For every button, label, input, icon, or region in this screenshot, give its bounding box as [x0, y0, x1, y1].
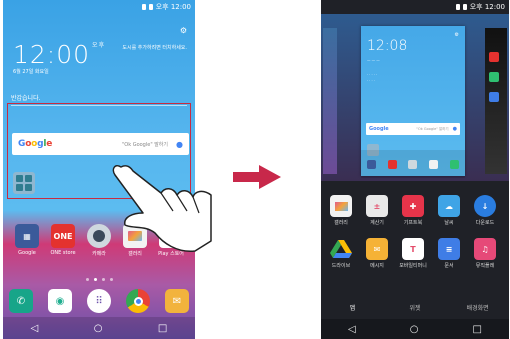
app-one-store[interactable]: ONE ONE store [45, 224, 81, 257]
google-folder-icon: ▦ [15, 224, 39, 248]
app-music[interactable]: ♫ 뮤직플레 [469, 238, 501, 269]
app-message[interactable]: ✉ 메시지 [361, 238, 393, 269]
battery-icon [462, 4, 467, 10]
preview-clock: 12:08 [367, 38, 408, 54]
weather-icon: ☁ [438, 195, 460, 217]
one-store-icon [387, 159, 397, 169]
home-icon[interactable]: ○ [410, 324, 419, 335]
app-label: 다운로드 [475, 220, 495, 226]
app-label: Google [18, 250, 36, 256]
app-label: 계산기 [370, 220, 384, 226]
status-bar: 오후 12:00 [321, 0, 509, 14]
app-label: 메시지 [370, 263, 384, 269]
dock: ✆ ◉ ⠿ ✉ [9, 289, 189, 313]
arrow-right-icon [233, 165, 281, 189]
app-weather[interactable]: ☁ 날씨 [433, 195, 465, 226]
preview-date: — — — [367, 58, 380, 62]
download-icon: ↓ [474, 195, 496, 217]
email-icon[interactable]: ✉ [165, 289, 189, 313]
tmoney-icon: T [402, 238, 424, 260]
date-text: 6월 27일 화요일 [13, 69, 49, 75]
clock-ampm: 오후 [92, 42, 106, 49]
microphone-icon: ● [452, 126, 457, 132]
status-bar: 오후 12:00 [3, 0, 195, 14]
app-label: 모바일티머니 [399, 263, 427, 269]
back-icon[interactable]: ◁ [348, 324, 356, 335]
edit-mode-phone: 오후 12:00 ⚙ 12:08 — — — · · · · · · · · · … [321, 0, 509, 339]
pinch-hand-illustration [112, 164, 212, 252]
app-drive[interactable]: 드라이브 [325, 238, 357, 269]
preview-app-strip [361, 150, 465, 178]
edit-tabs: 앱 위젯 배경화면 [321, 294, 509, 320]
tab-wallpaper[interactable]: 배경화면 [446, 303, 509, 312]
app-drawer-grid: 갤러리 ± 계산기 ✚ 기프트북 ☁ 날씨 ↓ 다운로드 드라이브 ✉ 메시지 … [325, 195, 501, 281]
app-mobile-tmoney[interactable]: T 모바일티머니 [397, 238, 429, 269]
right-page-preview[interactable] [485, 28, 507, 174]
app-calculator[interactable]: ± 계산기 [361, 195, 393, 226]
instruction-figure: 오후 12:00 ⚙ 12:00 오후 6월 27일 화요일 도시를 추가하려면 … [0, 0, 510, 339]
google-logo: Google [369, 126, 389, 132]
gallery-icon [330, 195, 352, 217]
navigation-bar: ◁ ○ □ [321, 319, 509, 339]
settings-gear-icon: ⚙ [454, 32, 459, 38]
phone-icon[interactable]: ✆ [9, 289, 33, 313]
drive-icon [330, 238, 352, 260]
app-gallery[interactable]: 갤러리 [325, 195, 357, 226]
preview-weather: · · · · · · · · · [367, 73, 378, 83]
settings-gear-icon[interactable]: ⚙ [180, 26, 187, 35]
google-folder-icon [366, 159, 376, 169]
app-label: 날씨 [444, 220, 454, 226]
page-indicator [3, 278, 195, 281]
greeting-text: 반갑습니다. [11, 95, 41, 102]
signal-icon [141, 4, 146, 10]
preview-search-bar: Google "Ok Google" 말하기 ● [366, 123, 460, 135]
app-docs[interactable]: ≡ 문서 [433, 238, 465, 269]
app-label: 기프트북 [403, 220, 423, 226]
chrome-icon[interactable] [126, 289, 150, 313]
left-page-preview[interactable] [323, 28, 337, 174]
app-row: 드라이브 ✉ 메시지 T 모바일티머니 ≡ 문서 ♫ 뮤직플레 [325, 238, 501, 269]
app-google[interactable]: ▦ Google [9, 224, 45, 257]
app-label: ONE store [50, 250, 76, 256]
app-label: 뮤직플레 [475, 263, 495, 269]
back-icon[interactable]: ◁ [31, 323, 39, 334]
home-icon[interactable]: ○ [94, 323, 103, 334]
calculator-icon: ± [366, 195, 388, 217]
status-time: 오후 12:00 [155, 3, 191, 11]
search-hint: "Ok Google" 말하기 [416, 126, 449, 131]
weather-add-city[interactable]: 도시를 추가하려면 터치하세요. [117, 44, 187, 52]
signal-icon [455, 4, 460, 10]
gallery-icon [429, 159, 439, 169]
recents-icon[interactable]: □ [473, 324, 482, 335]
tab-widgets[interactable]: 위젯 [384, 303, 447, 312]
status-time: 오후 12:00 [469, 3, 505, 11]
camera-icon [408, 159, 418, 169]
contacts-icon[interactable]: ◉ [48, 289, 72, 313]
play-store-icon [450, 159, 460, 169]
app-label: 문서 [444, 263, 454, 269]
tab-apps[interactable]: 앱 [321, 303, 384, 312]
app-label: 갤러리 [334, 220, 348, 226]
recents-icon[interactable]: □ [158, 323, 167, 334]
music-icon: ♫ [474, 238, 496, 260]
docs-icon: ≡ [438, 238, 460, 260]
battery-icon [148, 4, 153, 10]
app-row: 갤러리 ± 계산기 ✚ 기프트북 ☁ 날씨 ↓ 다운로드 [325, 195, 501, 226]
app-label: 드라이브 [331, 263, 351, 269]
clock-time: 12:00 [13, 40, 91, 69]
navigation-bar: ◁ ○ □ [3, 317, 195, 339]
clock-widget[interactable]: 12:00 오후 [13, 40, 105, 69]
app-giftbook[interactable]: ✚ 기프트북 [397, 195, 429, 226]
apps-icon[interactable]: ⠿ [87, 289, 111, 313]
one-store-icon: ONE [51, 224, 75, 248]
app-download[interactable]: ↓ 다운로드 [469, 195, 501, 226]
message-icon: ✉ [366, 238, 388, 260]
gift-icon: ✚ [402, 195, 424, 217]
